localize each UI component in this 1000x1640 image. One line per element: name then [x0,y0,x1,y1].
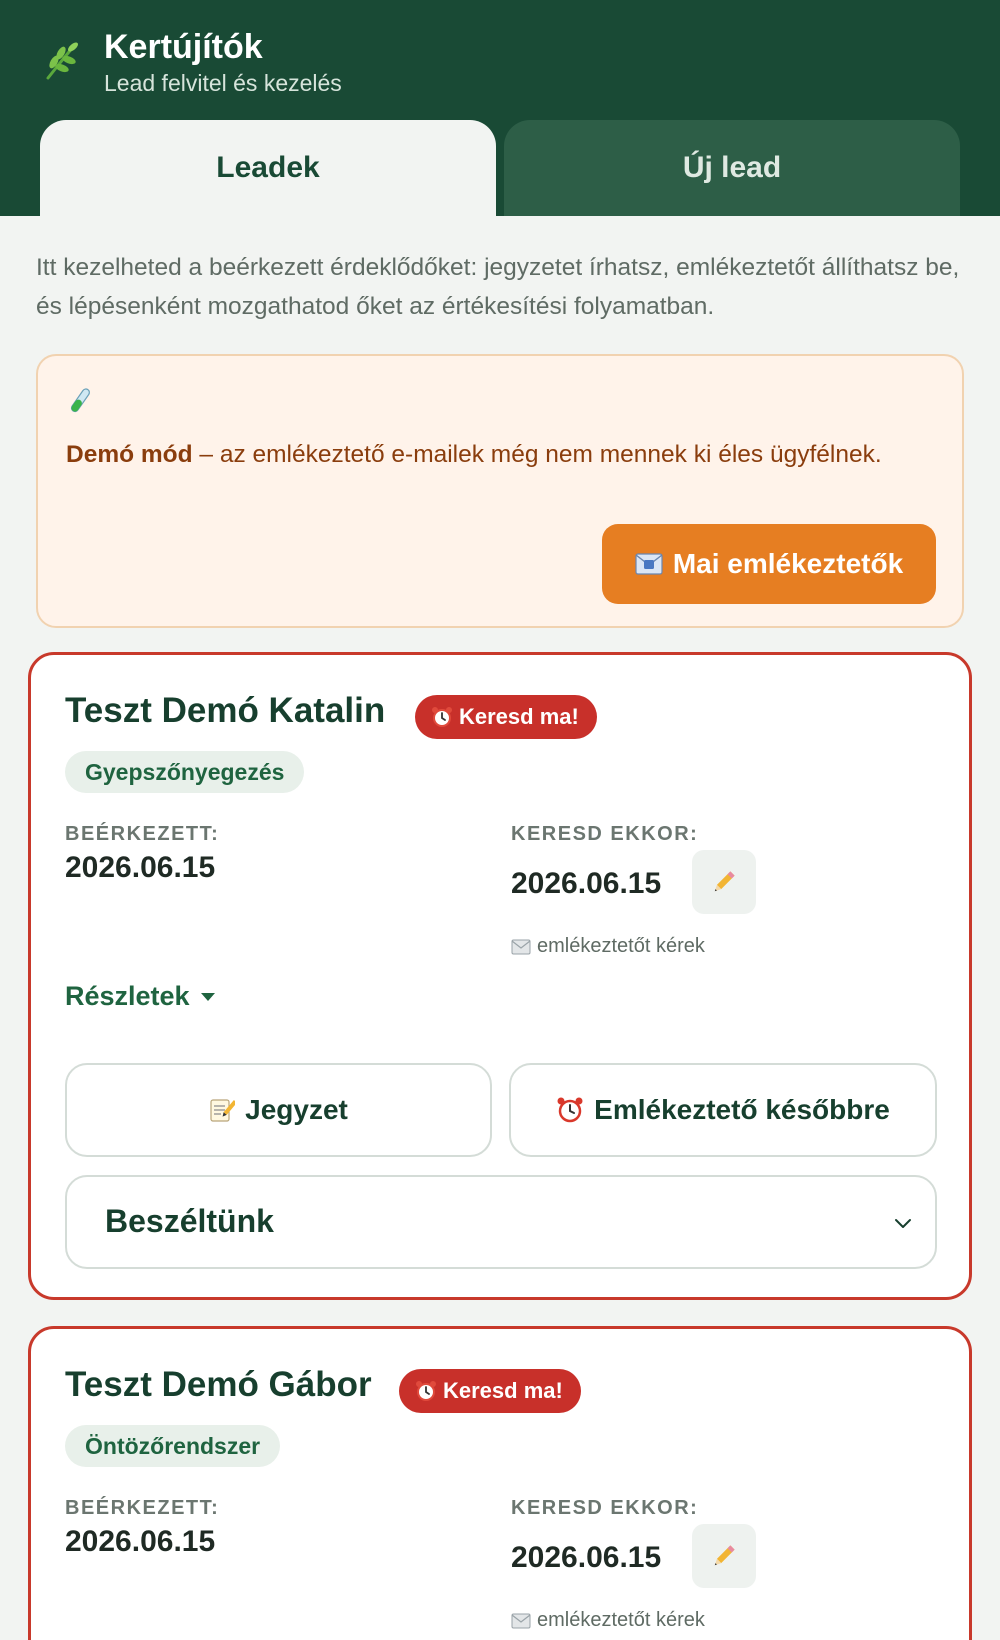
reminder-note: emlékeztetőt kérek [511,935,705,958]
test-tube-icon [70,388,90,413]
reminder-note-text: emlékeztetőt kérek [537,1609,705,1631]
app-title: Kertújítók [104,28,263,66]
note-button-label: Jegyzet [245,1094,348,1125]
lead-card: Teszt Demó Katalin Keresd ma! Gyepszőnye… [28,652,972,1300]
app-subtitle: Lead felvitel és kezelés [104,70,342,96]
alarm-clock-icon [557,1097,583,1123]
remind-later-button[interactable]: Emlékeztető későbbre [509,1063,937,1157]
caret-down-icon [200,992,215,1001]
service-tag: Öntözőrendszer [65,1425,281,1467]
leaf-icon [46,42,78,80]
details-toggle[interactable]: Részletek [65,981,216,1012]
demo-notice: Demó mód – az emlékeztető e-mailek még n… [36,354,964,628]
callback-date: 2026.06.15 [511,1541,662,1574]
app-header: Kertújítók Lead felvitel és kezelés Lead… [0,0,1000,216]
tab-new-lead[interactable]: Új lead [504,120,960,216]
call-today-badge: Keresd ma! [399,1369,581,1413]
lead-name: Teszt Demó Katalin [65,691,386,730]
pencil-icon [714,871,735,892]
received-date: 2026.06.15 [65,1525,216,1558]
note-button[interactable]: Jegyzet [65,1063,492,1157]
remind-later-label: Emlékeztető későbbre [594,1094,890,1125]
details-label: Részletek [65,981,190,1011]
received-label: BEÉRKEZETT: [65,1497,220,1519]
received-label: BEÉRKEZETT: [65,823,220,845]
memo-icon [210,1099,236,1122]
reminder-note: emlékeztetőt kérek [511,1609,705,1632]
edit-callback-button[interactable] [692,1524,756,1588]
status-select[interactable]: Beszéltünk [65,1175,937,1269]
received-date: 2026.06.15 [65,851,216,884]
edit-callback-button[interactable] [692,850,756,914]
todays-reminders-button[interactable]: Mai emlékeztetők [602,524,936,604]
envelope-icon [511,1613,531,1628]
tab-leads[interactable]: Leadek [40,120,496,216]
reminder-note-text: emlékeztetőt kérek [537,935,705,957]
lead-card: Teszt Demó Gábor Keresd ma! Öntözőrendsz… [28,1326,972,1640]
callback-label: KERESD EKKOR: [511,823,699,845]
lead-name: Teszt Demó Gábor [65,1365,372,1404]
alarm-clock-icon [432,707,452,727]
demo-mode-text: – az emlékeztető e-mailek még nem mennek… [192,441,882,468]
badge-label: Keresd ma! [443,1378,563,1403]
badge-label: Keresd ma! [459,704,579,729]
alarm-clock-icon [416,1381,436,1401]
pencil-icon [714,1545,735,1566]
callback-date: 2026.06.15 [511,867,662,900]
demo-message: Demó mód – az emlékeztető e-mailek még n… [66,436,926,473]
envelope-icon [511,939,531,954]
service-tag: Gyepszőnyegezés [65,751,305,793]
demo-mode-label: Demó mód [66,441,193,468]
call-today-badge: Keresd ma! [415,695,597,739]
email-icon [635,553,663,575]
callback-label: KERESD EKKOR: [511,1497,699,1519]
todays-reminders-label: Mai emlékeztetők [672,548,904,579]
intro-text: Itt kezelheted a beérkezett érdeklődőket… [36,254,960,320]
status-select-value: Beszéltünk [105,1203,274,1239]
chevron-down-icon [895,1219,911,1228]
